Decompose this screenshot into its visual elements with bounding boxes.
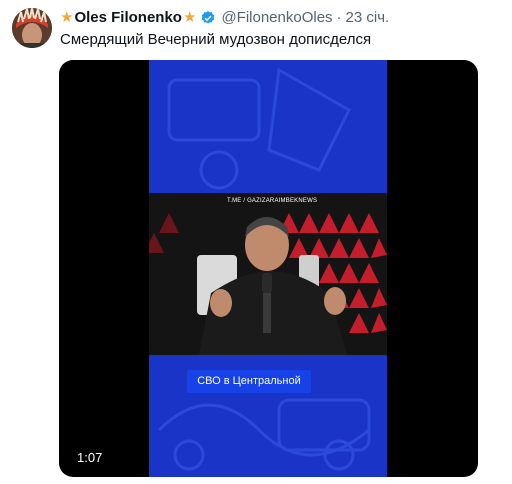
video-still bbox=[149, 193, 387, 355]
video-caption: СВО в Центральной bbox=[187, 370, 311, 393]
verified-badge-icon bbox=[202, 11, 215, 24]
separator: · bbox=[336, 9, 342, 26]
avatar[interactable] bbox=[12, 8, 52, 48]
video-frame: T.ME / GAZIZARAIMBEKNEWS СВО в Центральн… bbox=[149, 60, 387, 477]
star-icon: ★ bbox=[182, 9, 197, 26]
tweet-header: ★ Oles Filonenko ★ @FilonenkoOles · 23 с… bbox=[60, 9, 389, 27]
video-player[interactable]: T.ME / GAZIZARAIMBEKNEWS СВО в Центральн… bbox=[59, 60, 478, 477]
channel-watermark: T.ME / GAZIZARAIMBEKNEWS bbox=[227, 198, 318, 204]
tweet-text: Смердящий Вечерний мудозвон дописделся bbox=[60, 31, 372, 48]
tweet[interactable]: ★ Oles Filonenko ★ @FilonenkoOles · 23 с… bbox=[0, 0, 512, 484]
user-handle[interactable]: @FilonenkoOles bbox=[221, 9, 332, 27]
display-name[interactable]: Oles Filonenko bbox=[74, 9, 182, 27]
video-duration: 1:07 bbox=[77, 450, 103, 465]
star-icon: ★ bbox=[60, 9, 74, 26]
timestamp[interactable]: 23 січ. bbox=[346, 9, 390, 27]
